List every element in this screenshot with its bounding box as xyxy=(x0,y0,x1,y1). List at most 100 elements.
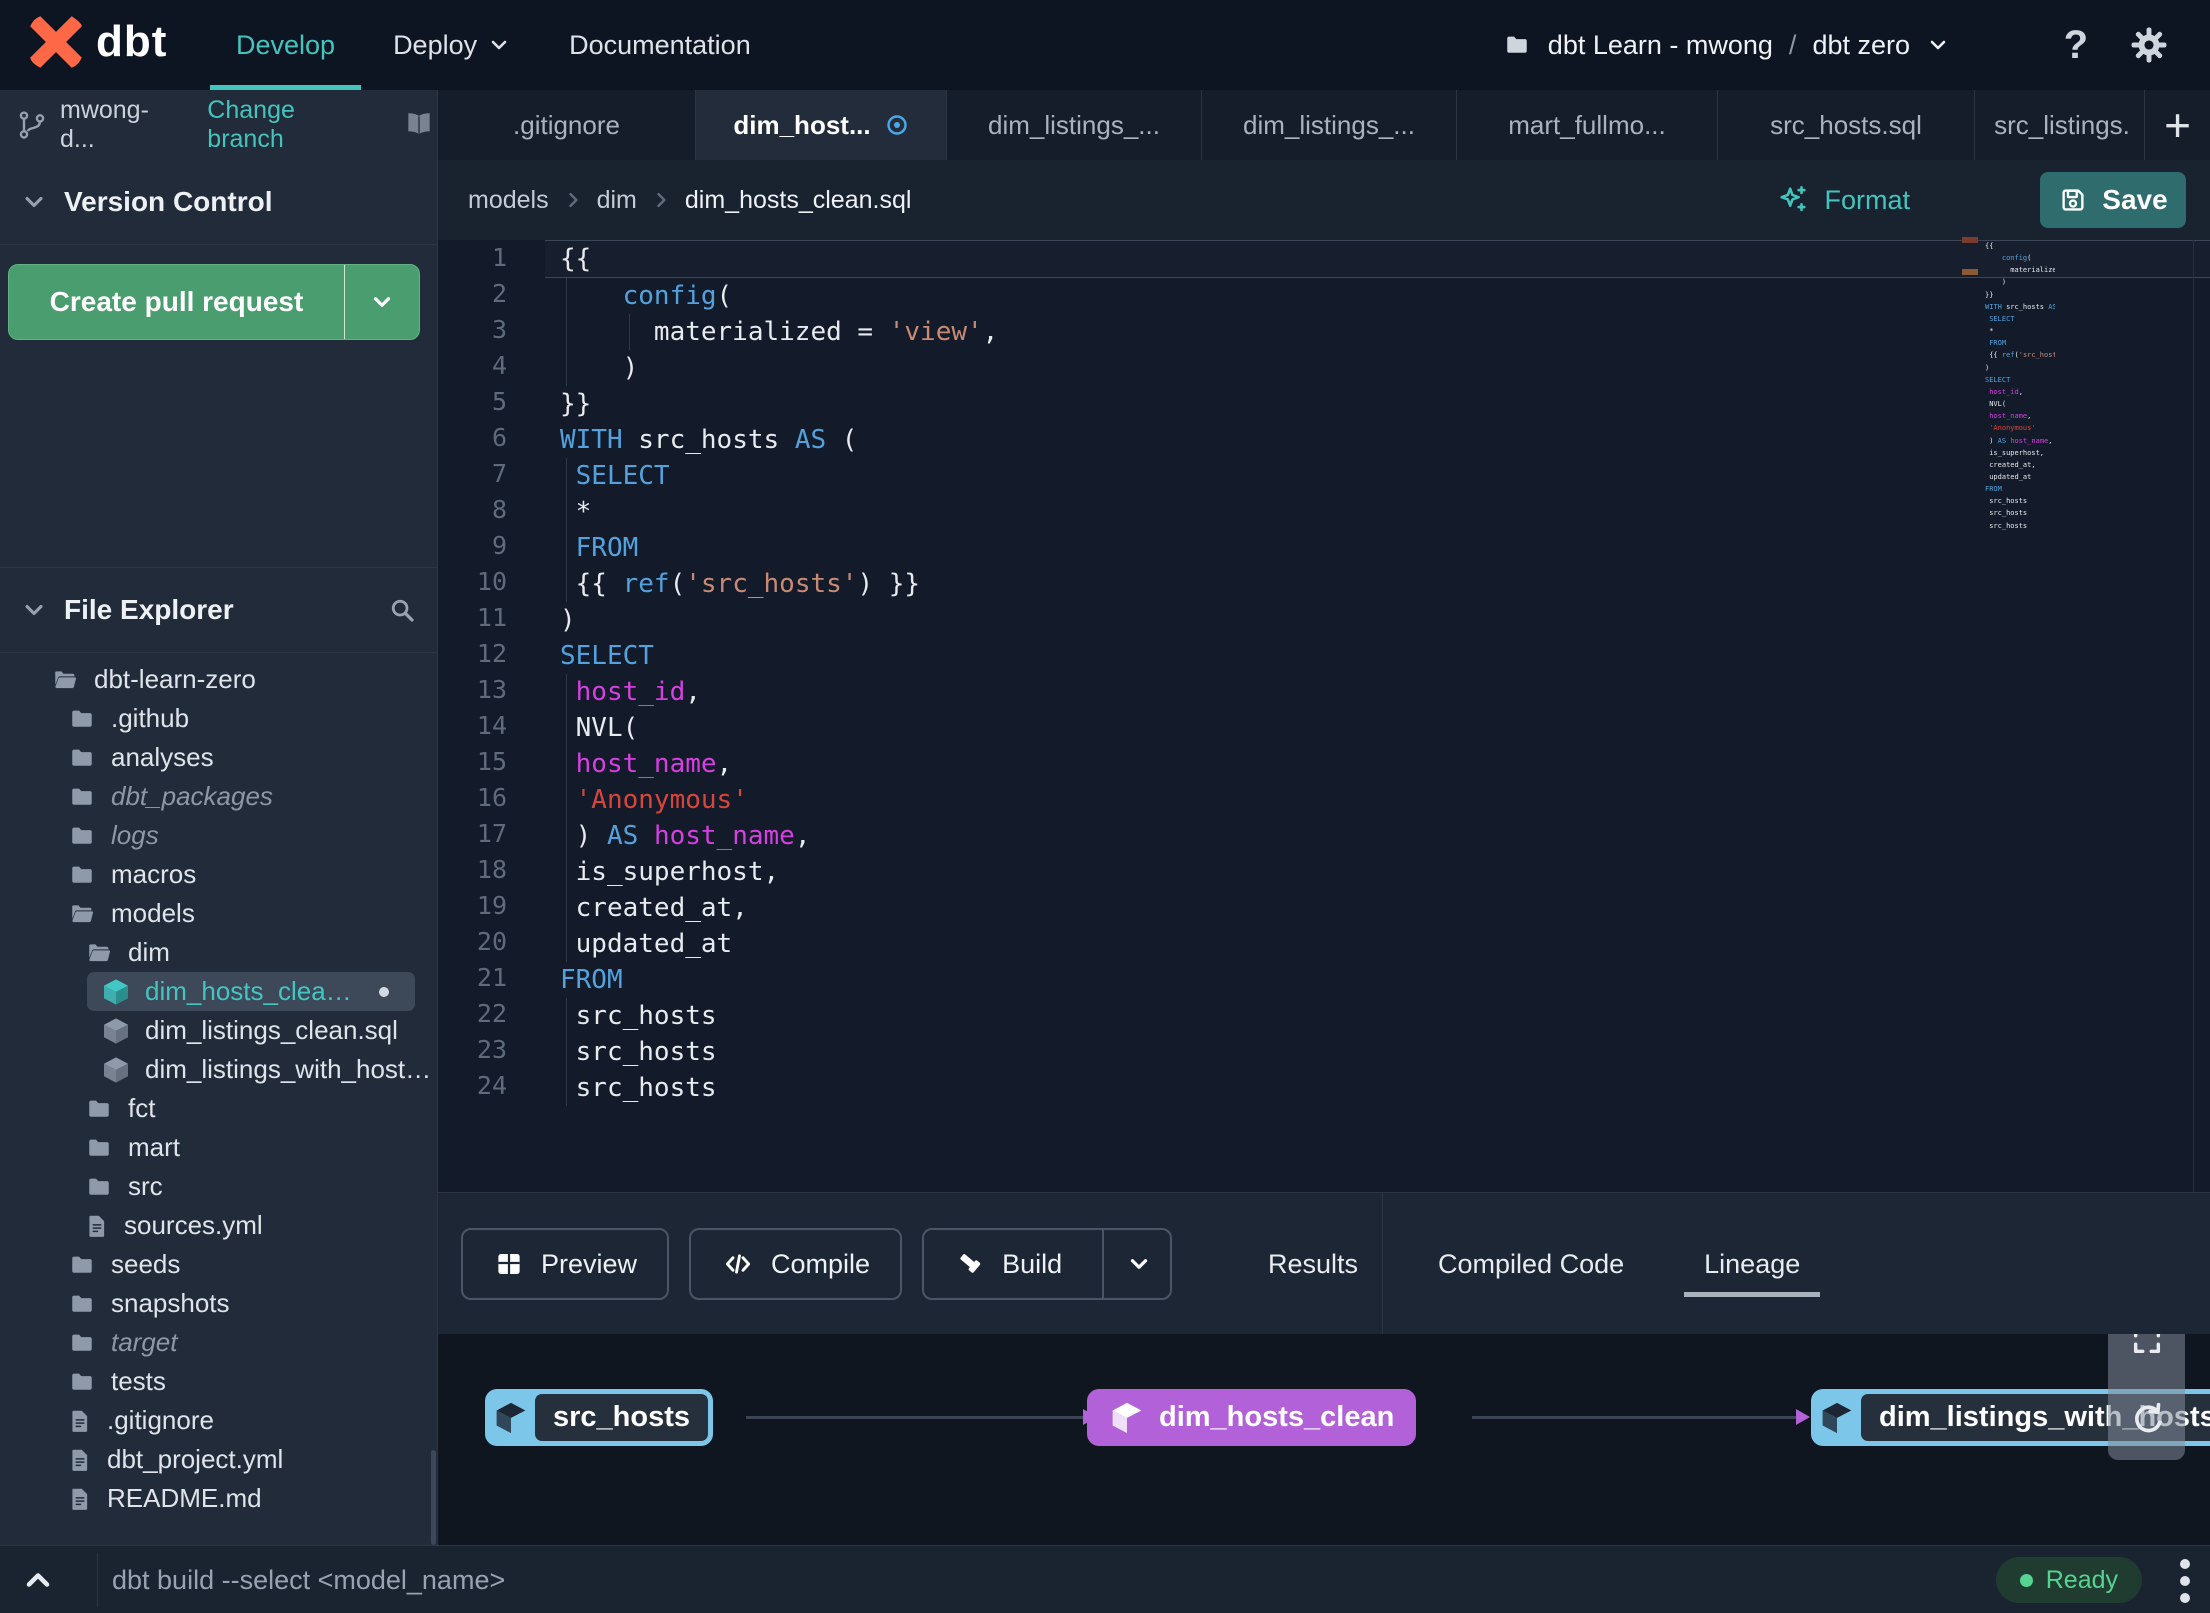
tree-item--gitignore[interactable]: .gitignore xyxy=(0,1401,437,1440)
fullscreen-icon[interactable] xyxy=(2130,1334,2164,1357)
statusbar-divider xyxy=(97,1553,98,1607)
create-pull-request-button[interactable]: Create pull request xyxy=(8,264,420,340)
sidebar-scrollbar[interactable] xyxy=(431,1450,436,1545)
minimap[interactable]: {{ config( materialized = 'view', )}} WIT… xyxy=(1985,240,2055,540)
breadcrumb-item[interactable]: dim_hosts_clean.sql xyxy=(685,186,912,215)
tree-item-label: dim_hosts_clean.sql xyxy=(145,976,365,1006)
create-pull-request-label: Create pull request xyxy=(49,286,304,317)
settings-gear-icon[interactable] xyxy=(2128,24,2170,66)
sparkles-icon xyxy=(1780,185,1807,212)
dbt-logo[interactable]: dbt xyxy=(28,14,167,70)
tree-item-macros[interactable]: macros xyxy=(0,855,437,894)
minimap-line: src_hosts xyxy=(1985,507,2055,519)
editor-tab[interactable]: dim_listings_... xyxy=(947,90,1202,160)
action-buttons: Preview Compile Build xyxy=(461,1228,1173,1300)
tree-item-tests[interactable]: tests xyxy=(0,1362,437,1401)
compile-button[interactable]: Compile xyxy=(689,1228,903,1300)
tree-item-readme-md[interactable]: README.md xyxy=(0,1479,437,1518)
nav-item-deploy[interactable]: Deploy xyxy=(393,0,511,90)
tree-item-target[interactable]: target xyxy=(0,1323,437,1362)
tree-item-dim-listings-with-hosts-[interactable]: dim_listings_with_hosts... xyxy=(0,1050,437,1089)
change-branch-link[interactable]: Change branch xyxy=(207,96,375,154)
tree-item-src[interactable]: src xyxy=(0,1167,437,1206)
file-icon xyxy=(72,1410,88,1432)
tree-item-fct[interactable]: fct xyxy=(0,1089,437,1128)
tree-item-snapshots[interactable]: snapshots xyxy=(0,1284,437,1323)
code-line: created_at, xyxy=(545,890,2210,926)
editor-tab[interactable]: src_hosts.sql xyxy=(1718,90,1975,160)
tree-item-label: dbt_packages xyxy=(111,781,273,811)
tree-item-analyses[interactable]: analyses xyxy=(0,738,437,777)
tree-item-dim-listings-clean-sql[interactable]: dim_listings_clean.sql xyxy=(0,1011,437,1050)
code-token: src_hosts xyxy=(560,1001,717,1031)
editor-tab[interactable]: dim_listings_... xyxy=(1202,90,1457,160)
tree-item-dbt-packages[interactable]: dbt_packages xyxy=(0,777,437,816)
code-token: ( xyxy=(716,281,733,311)
editor-scrollbar[interactable] xyxy=(2193,240,2194,1192)
tree-item-seeds[interactable]: seeds xyxy=(0,1245,437,1284)
preview-button[interactable]: Preview xyxy=(461,1228,670,1300)
button-label: Preview xyxy=(541,1248,638,1279)
code-editor[interactable]: 1 2 3 4 5 6 7 8 9 10 11 12 13 14 15 16 17 18 19 20 21 22 23 24 … xyxy=(438,240,2210,1192)
nav-item-documentation[interactable]: Documentation xyxy=(569,0,751,90)
code-token: src_hosts xyxy=(2001,302,2049,311)
search-icon[interactable] xyxy=(387,595,417,625)
help-icon[interactable]: ? xyxy=(2064,23,2088,68)
code-token: FROM xyxy=(1985,485,2002,494)
minimap-line: FROM xyxy=(1985,483,2055,495)
panel-tab-compiled-code[interactable]: Compiled Code xyxy=(1408,1193,1654,1335)
save-button[interactable]: Save xyxy=(2040,172,2186,228)
kebab-menu-icon[interactable] xyxy=(2180,1559,2190,1603)
code-token: host_id xyxy=(1989,387,2019,396)
code-line: config( xyxy=(545,278,2210,314)
code-token: SELECT xyxy=(560,641,654,671)
editor-tab[interactable]: .gitignore xyxy=(438,90,696,160)
tree-item-label: snapshots xyxy=(111,1288,230,1318)
tree-item-mart[interactable]: mart xyxy=(0,1128,437,1167)
pull-request-dropdown[interactable] xyxy=(344,265,419,339)
code-token: ) xyxy=(560,605,576,635)
lineage-canvas[interactable]: src_hosts dim_hosts_clean dim_listings_w… xyxy=(438,1334,2210,1545)
tree-item-label: dbt_project.yml xyxy=(107,1444,284,1474)
code-token: AS xyxy=(1997,436,2007,445)
breadcrumb-item[interactable]: dim xyxy=(597,186,637,215)
version-control-header[interactable]: Version Control xyxy=(0,160,437,245)
nav-item-develop[interactable]: Develop xyxy=(209,0,362,90)
code-token: {{ xyxy=(560,569,623,599)
refresh-icon[interactable] xyxy=(2127,1399,2167,1439)
docs-book-icon[interactable] xyxy=(401,109,437,141)
editor-tab[interactable]: dim_host... xyxy=(696,90,947,160)
tree-item-logs[interactable]: logs xyxy=(0,816,437,855)
tree-item-dim-hosts-clean-sql[interactable]: dim_hosts_clean.sql xyxy=(87,972,415,1011)
indent-guide xyxy=(566,494,567,530)
tree-item-label: analyses xyxy=(111,742,214,772)
file-explorer-header[interactable]: File Explorer xyxy=(0,568,437,653)
tree-item-models[interactable]: models xyxy=(0,894,437,933)
lineage-node-dim_hosts_clean[interactable]: dim_hosts_clean xyxy=(1087,1389,1417,1446)
build-dropdown[interactable] xyxy=(1102,1230,1152,1298)
tree-item-sources-yml[interactable]: sources.yml xyxy=(0,1206,437,1245)
panel-tab-results[interactable]: Results xyxy=(1238,1193,1388,1335)
panel-tabs: Results Compiled Code Lineage xyxy=(1238,1193,1830,1335)
format-button[interactable]: Format xyxy=(1776,183,1910,217)
model-cube-icon xyxy=(104,978,128,1005)
new-tab-button[interactable]: + xyxy=(2144,90,2210,160)
build-button[interactable]: Build xyxy=(922,1228,1173,1300)
tree-item-dbt-project-yml[interactable]: dbt_project.yml xyxy=(0,1440,437,1479)
panel-tab-lineage[interactable]: Lineage xyxy=(1674,1193,1830,1335)
chevron-down-icon xyxy=(25,604,43,616)
project-selector[interactable]: dbt Learn - mwong / dbt zero xyxy=(1502,0,1950,90)
tree-item-dbt-learn-zero[interactable]: dbt-learn-zero xyxy=(0,660,437,699)
breadcrumb-item[interactable]: models xyxy=(468,186,549,215)
editor-tab[interactable]: mart_fullmo... xyxy=(1457,90,1718,160)
minimap-line: host_id, xyxy=(1985,386,2055,398)
minimap-line: materialized = 'view', xyxy=(1985,264,2055,276)
tree-item-dim[interactable]: dim xyxy=(0,933,437,972)
tree-item-label: README.md xyxy=(107,1483,262,1513)
tree-item--github[interactable]: .github xyxy=(0,699,437,738)
code-token: host_id xyxy=(575,677,686,707)
command-input[interactable]: dbt build --select <model_name> xyxy=(112,1546,505,1613)
editor-tab[interactable]: src_listings. xyxy=(1975,90,2150,160)
lineage-node-src_hosts[interactable]: src_hosts xyxy=(485,1389,714,1446)
chevron-up-icon[interactable] xyxy=(20,1562,56,1598)
